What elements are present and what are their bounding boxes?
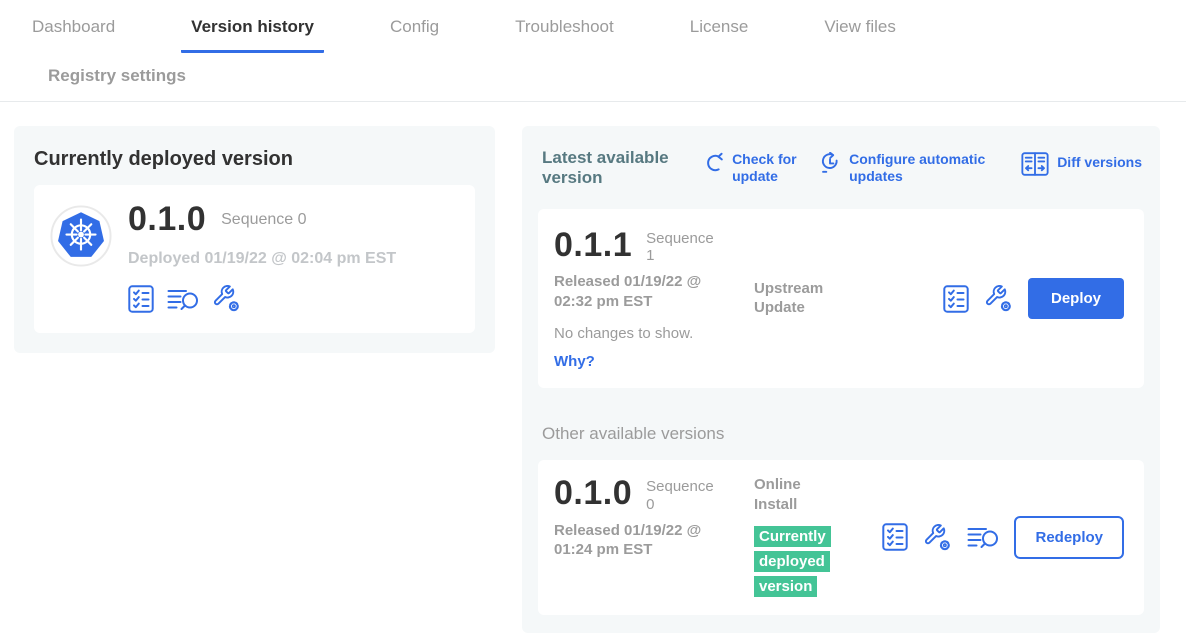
other-sequence-label: Sequence 0	[646, 478, 716, 513]
latest-version-info: 0.1.1 Sequence 1 Released 01/19/22 @ 02:…	[554, 227, 754, 371]
other-version-row: 0.1.0 Sequence 0	[554, 475, 754, 513]
diff-versions-link[interactable]: Diff versions	[1021, 151, 1142, 176]
edit-config-icon[interactable]	[984, 284, 1013, 313]
secondary-tab-bar: Registry settings	[0, 53, 1186, 101]
latest-released-timestamp: Released 01/19/22 @ 02:32 pm EST	[554, 272, 719, 311]
latest-available-title: Latest available version	[542, 148, 692, 189]
redeploy-button[interactable]: Redeploy	[1014, 516, 1124, 559]
other-version-actions: Redeploy	[866, 475, 1124, 599]
auto-update-clock-icon	[820, 152, 841, 173]
edit-config-icon[interactable]	[923, 523, 952, 552]
tab-registry-settings[interactable]: Registry settings	[48, 66, 186, 86]
configure-automatic-updates-link[interactable]: Configure automatic updates	[820, 151, 1009, 185]
deployed-timestamp: Deployed 01/19/22 @ 02:04 pm EST	[128, 250, 396, 268]
tab-troubleshoot[interactable]: Troubleshoot	[505, 17, 624, 53]
latest-source-label: Upstream Update	[754, 279, 846, 318]
deployed-actions	[128, 284, 396, 313]
preflight-checks-icon[interactable]	[128, 285, 154, 313]
other-versions-title: Other available versions	[542, 424, 1144, 444]
deployed-version-card: 0.1.0 Sequence 0 Deployed 01/19/22 @ 02:…	[34, 185, 475, 333]
primary-tab-bar: Dashboard Version history Config Trouble…	[0, 0, 1186, 53]
deploy-logs-icon[interactable]	[967, 524, 999, 550]
preflight-checks-icon[interactable]	[943, 285, 969, 313]
preflight-checks-icon[interactable]	[882, 523, 908, 551]
tab-dashboard[interactable]: Dashboard	[22, 17, 125, 53]
deployed-version-number: 0.1.0	[128, 201, 206, 238]
latest-version-actions: Deploy	[866, 227, 1124, 371]
other-version-card: 0.1.0 Sequence 0 Released 01/19/22 @ 01:…	[538, 460, 1144, 614]
kubernetes-app-icon	[50, 205, 112, 267]
currently-deployed-badge: Currently deployed version	[754, 526, 831, 597]
currently-deployed-badge-wrap: Currently deployed version	[754, 525, 840, 599]
other-version-info: 0.1.0 Sequence 0 Released 01/19/22 @ 01:…	[554, 475, 754, 599]
tab-version-history[interactable]: Version history	[181, 17, 324, 53]
app-header: Dashboard Version history Config Trouble…	[0, 0, 1186, 102]
deploy-button[interactable]: Deploy	[1028, 278, 1124, 319]
tab-config[interactable]: Config	[380, 17, 449, 53]
other-source-label: Online Install	[754, 475, 846, 514]
other-version-number: 0.1.0	[554, 475, 632, 512]
available-versions-panel: Latest available version Check for updat…	[522, 126, 1160, 633]
latest-available-header: Latest available version Check for updat…	[538, 146, 1144, 189]
deployed-sequence-label: Sequence 0	[221, 211, 306, 229]
other-source-column: Online Install Currently deployed versio…	[754, 475, 866, 599]
other-released-timestamp: Released 01/19/22 @ 01:24 pm EST	[554, 521, 719, 560]
diff-versions-label: Diff versions	[1057, 154, 1142, 171]
no-changes-text: No changes to show.	[554, 325, 754, 342]
main-content: Currently deployed version	[0, 102, 1186, 633]
latest-version-row: 0.1.1 Sequence 1	[554, 227, 754, 265]
check-for-update-link[interactable]: Check for update	[704, 151, 808, 185]
tab-license[interactable]: License	[680, 17, 759, 53]
tab-view-files[interactable]: View files	[814, 17, 906, 53]
currently-deployed-title: Currently deployed version	[34, 148, 475, 171]
why-link[interactable]: Why?	[554, 353, 754, 370]
deployed-version-row: 0.1.0 Sequence 0	[128, 201, 396, 238]
edit-config-icon[interactable]	[212, 284, 241, 313]
deploy-logs-icon[interactable]	[167, 286, 199, 312]
configure-automatic-updates-label: Configure automatic updates	[849, 151, 1009, 185]
deployed-version-info: 0.1.0 Sequence 0 Deployed 01/19/22 @ 02:…	[128, 201, 396, 313]
latest-sequence-label: Sequence 1	[646, 230, 716, 265]
refresh-icon	[704, 152, 724, 172]
currently-deployed-panel: Currently deployed version	[14, 126, 495, 353]
diff-columns-icon	[1021, 152, 1049, 176]
latest-source-column: Upstream Update	[754, 227, 866, 371]
check-for-update-label: Check for update	[732, 151, 808, 185]
latest-version-card: 0.1.1 Sequence 1 Released 01/19/22 @ 02:…	[538, 209, 1144, 389]
latest-version-number: 0.1.1	[554, 227, 632, 264]
